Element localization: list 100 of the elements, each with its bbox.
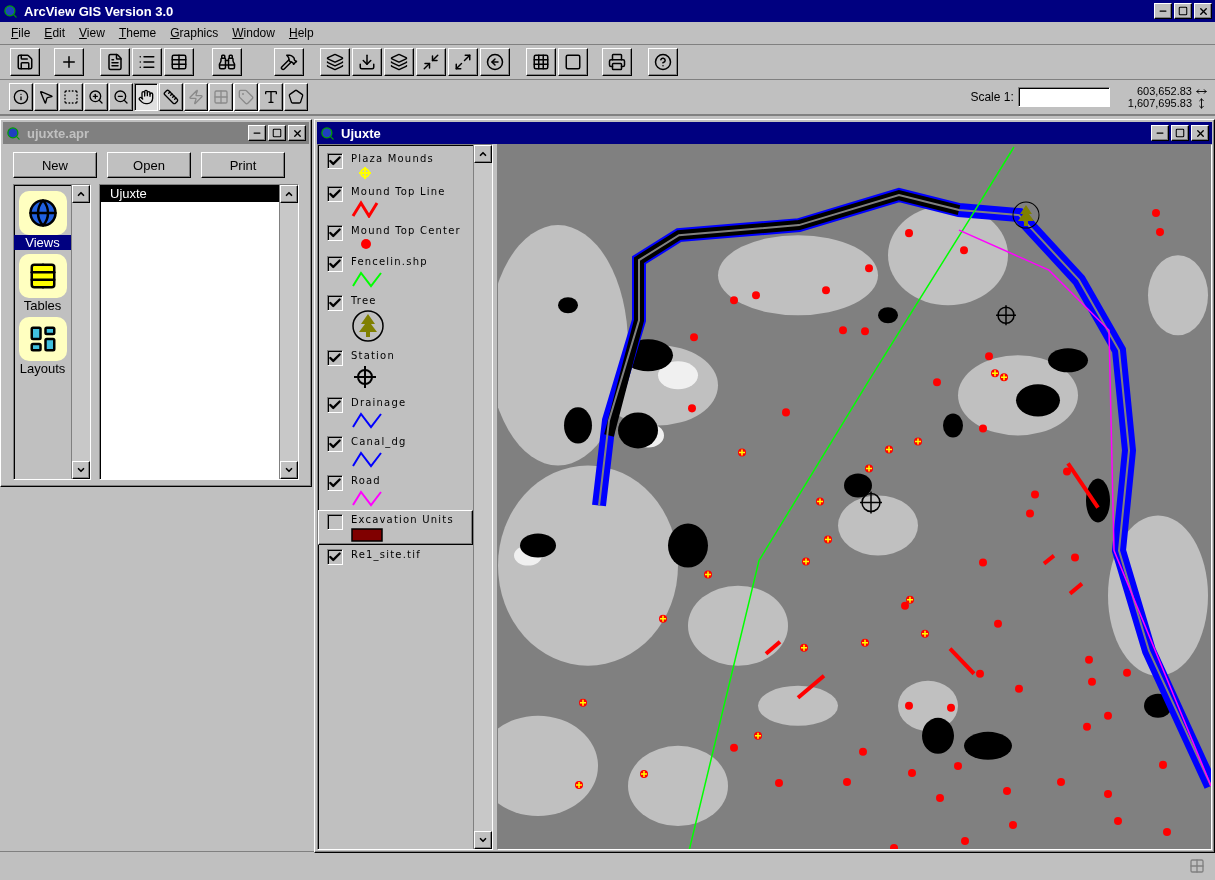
properties-button[interactable] [100,48,130,76]
find-button[interactable] [212,48,242,76]
menu-item[interactable]: View [74,26,110,40]
theme-checkbox[interactable] [327,186,343,202]
scroll-down-button[interactable] [280,461,298,479]
theme-checkbox[interactable] [327,549,343,565]
menu-item[interactable]: Theme [113,26,162,40]
pan-tool[interactable] [134,83,158,111]
menu-item[interactable]: Edit [39,26,71,40]
theme-checkbox[interactable] [327,475,343,491]
theme-entry[interactable]: Re1_site.tif [318,545,473,568]
add-button[interactable] [54,48,84,76]
theme-entry[interactable]: Fencelin.shp [318,252,473,291]
minimize-button[interactable] [1154,3,1172,19]
theme-name: Mound Top Line [351,186,446,197]
theme-entry[interactable]: Excavation Units [318,510,473,545]
print-button[interactable] [602,48,632,76]
scroll-down-button[interactable] [474,831,492,849]
document-type-icon[interactable] [18,191,67,235]
check-icon [328,550,342,564]
coordinate-readout: 1,607,695.83 [1127,97,1192,109]
theme-entry[interactable]: Canal_dg [318,432,473,471]
pointer-tool[interactable] [34,83,58,111]
minimize-button[interactable] [248,125,266,141]
zoom-out-tool[interactable] [109,83,133,111]
scroll-up-button[interactable] [474,145,492,163]
clear-selection-button[interactable] [558,48,588,76]
theme-properties-button[interactable] [384,48,414,76]
check-icon [328,187,342,201]
view-title: Ujuxte [341,125,382,141]
table-button[interactable] [164,48,194,76]
theme-entry[interactable]: Mound Top Center [318,221,473,252]
measure-icon [163,89,179,105]
close-button[interactable] [1194,3,1212,19]
draw-tool[interactable] [284,83,308,111]
document-type-label[interactable]: Views [14,235,71,250]
minimize-button[interactable] [1151,125,1169,141]
project-button[interactable]: New [13,152,97,178]
help-button[interactable] [648,48,678,76]
document-type-icon[interactable] [18,254,67,298]
close-icon [1194,127,1206,139]
menu-item[interactable]: File [6,26,36,40]
close-button[interactable] [288,125,306,141]
theme-name: Excavation Units [351,514,454,525]
document-item[interactable]: Ujuxte [100,185,279,202]
theme-entry[interactable]: Road [318,471,473,510]
theme-properties-icon [390,53,408,71]
zoom-in-tool[interactable] [84,83,108,111]
select-features-button[interactable] [526,48,556,76]
theme-checkbox[interactable] [327,153,343,169]
scale-field[interactable] [1017,87,1110,107]
legend-editor-button[interactable] [132,48,162,76]
theme-checkbox[interactable] [327,514,343,530]
theme-checkbox[interactable] [327,295,343,311]
globe-magnifier-icon [3,3,18,19]
menu-item[interactable]: Graphics [165,26,224,40]
scroll-down-button[interactable] [72,461,90,479]
theme-checkbox[interactable] [327,397,343,413]
theme-name: Mound Top Center [351,225,461,236]
maximize-button[interactable] [1171,125,1189,141]
theme-entry[interactable]: Drainage [318,393,473,432]
identify-tool[interactable] [9,83,33,111]
zoom-full-extent-icon [422,53,440,71]
map-drawing[interactable] [498,145,1211,849]
save-button[interactable] [10,48,40,76]
close-button[interactable] [1191,125,1209,141]
text-tool[interactable] [259,83,283,111]
document-type-label[interactable]: Layouts [14,361,71,376]
scroll-up-button[interactable] [72,185,90,203]
hammer-help-button[interactable] [274,48,304,76]
document-type-label[interactable]: Tables [14,298,71,313]
zoom-previous-button[interactable] [480,48,510,76]
maximize-icon [1178,6,1188,16]
maximize-button[interactable] [1174,3,1192,19]
maximize-button[interactable] [268,125,286,141]
select-feature-tool[interactable] [59,83,83,111]
theme-checkbox[interactable] [327,256,343,272]
zoom-full-extent-button[interactable] [416,48,446,76]
scroll-up-button[interactable] [280,185,298,203]
menu-item[interactable]: Help [283,26,319,40]
clear-selection-icon [564,53,582,71]
theme-entry[interactable]: Tree [318,291,473,346]
table-icon [170,53,188,71]
measure-tool[interactable] [159,83,183,111]
menu-item[interactable]: Window [227,26,280,40]
add-theme-button[interactable] [320,48,350,76]
project-button[interactable]: Open [107,152,191,178]
theme-checkbox[interactable] [327,436,343,452]
theme-checkbox[interactable] [327,225,343,241]
theme-entry[interactable]: Station [318,346,473,393]
identify-icon [13,89,29,105]
document-type-icon[interactable] [18,317,67,361]
check-icon [328,257,342,271]
zoom-to-extent-button[interactable] [448,48,478,76]
hammer-help-icon [280,53,298,71]
project-button[interactable]: Print [201,152,285,178]
theme-entry[interactable]: Plaza Mounds [318,149,473,182]
theme-entry[interactable]: Mound Top Line [318,182,473,221]
import-button[interactable] [352,48,382,76]
theme-checkbox[interactable] [327,350,343,366]
